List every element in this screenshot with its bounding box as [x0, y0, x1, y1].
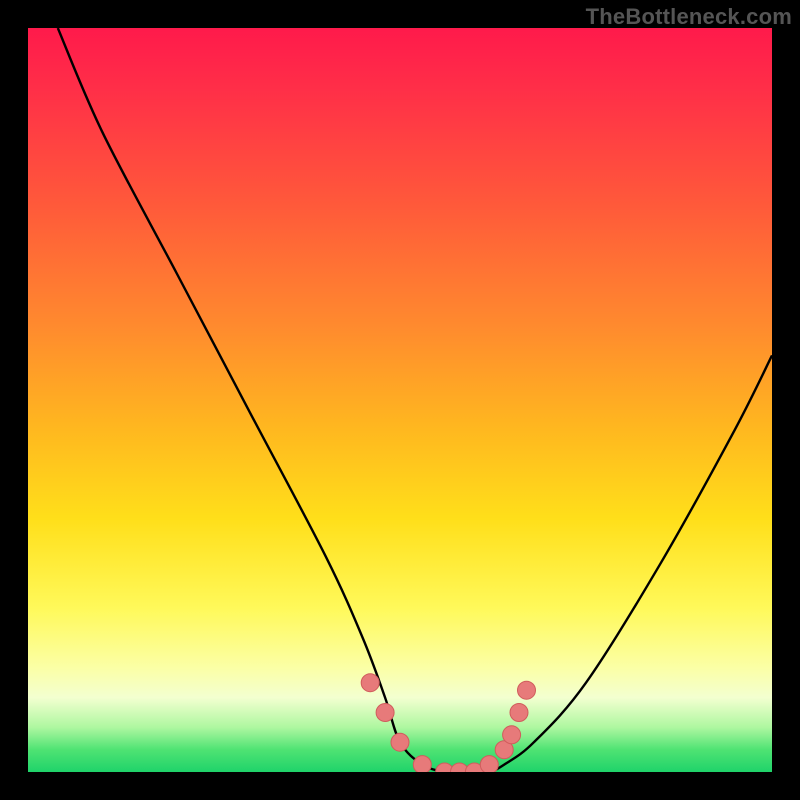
- trough-marker: [480, 756, 498, 772]
- outer-frame: TheBottleneck.com: [0, 0, 800, 800]
- curve-svg: [28, 28, 772, 772]
- trough-marker: [518, 681, 536, 699]
- trough-marker: [465, 763, 483, 772]
- watermark-text: TheBottleneck.com: [586, 4, 792, 30]
- trough-marker: [391, 733, 409, 751]
- trough-marker: [361, 674, 379, 692]
- trough-markers: [361, 674, 535, 772]
- bottleneck-curve: [58, 28, 772, 772]
- trough-marker: [413, 756, 431, 772]
- plot-area: [28, 28, 772, 772]
- trough-marker: [495, 741, 513, 759]
- trough-marker: [510, 704, 528, 722]
- trough-marker: [451, 763, 469, 772]
- trough-marker: [436, 763, 454, 772]
- trough-marker: [503, 726, 521, 744]
- trough-marker: [376, 704, 394, 722]
